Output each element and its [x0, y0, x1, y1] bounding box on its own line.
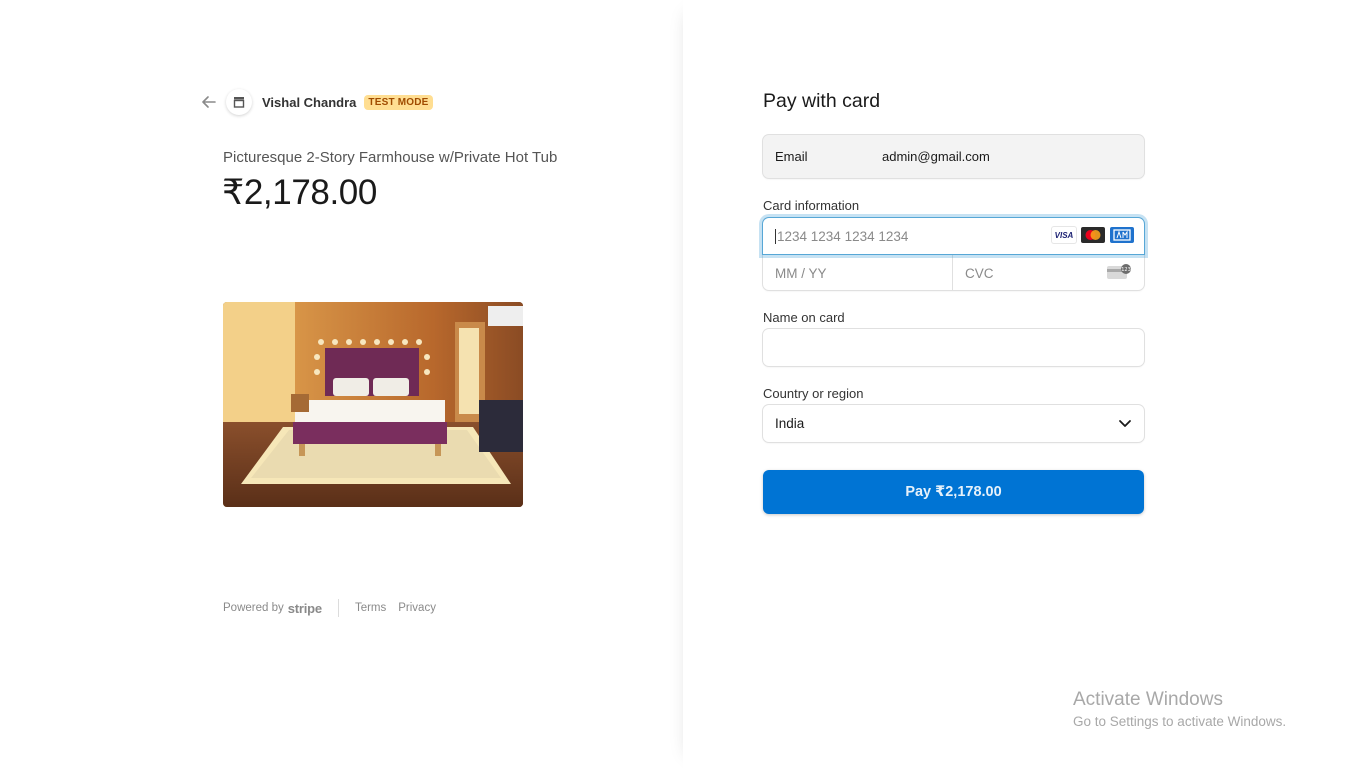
name-on-card-label: Name on card — [763, 310, 845, 325]
store-icon — [226, 89, 252, 115]
product-image — [223, 302, 523, 507]
privacy-link[interactable]: Privacy — [398, 602, 436, 614]
product-price: ₹2,178.00 — [222, 173, 377, 212]
email-field[interactable]: Email admin@gmail.com — [763, 135, 1144, 178]
cvc-card-icon: 123 — [1106, 264, 1132, 285]
cvc-placeholder: CVC — [965, 265, 994, 281]
powered-by-text: Powered by — [223, 602, 284, 614]
terms-link[interactable]: Terms — [355, 602, 386, 614]
stripe-logo: stripe — [287, 600, 322, 616]
arrow-left-icon[interactable] — [200, 93, 218, 111]
watermark-title: Activate Windows — [1073, 689, 1223, 710]
pay-button-label: Pay ₹2,178.00 — [905, 484, 1002, 500]
country-selected-value: India — [775, 416, 805, 431]
footer-divider — [337, 599, 339, 617]
footer: Powered by stripe Terms Privacy — [223, 599, 448, 617]
left-pane: Vishal Chandra TEST MODE Picturesque 2-S… — [0, 0, 683, 768]
expiry-placeholder: MM / YY — [775, 265, 827, 281]
email-value: admin@gmail.com — [882, 149, 990, 164]
card-row-2: MM / YY CVC 123 — [763, 254, 1144, 291]
pay-button[interactable]: Pay ₹2,178.00 — [763, 470, 1144, 514]
expiry-input[interactable]: MM / YY — [763, 255, 953, 291]
text-caret — [775, 228, 776, 244]
card-number-placeholder: 1234 1234 1234 1234 — [777, 228, 909, 244]
svg-text:123: 123 — [1121, 267, 1131, 273]
windows-activation-watermark: Activate Windows Go to Settings to activ… — [1073, 689, 1286, 729]
chevron-down-icon — [1118, 416, 1132, 433]
card-information-group: 1234 1234 1234 1234 VISA MM / YY CVC 123 — [763, 218, 1144, 291]
amex-icon — [1110, 227, 1134, 243]
name-on-card-input[interactable] — [763, 329, 1144, 366]
test-mode-badge: TEST MODE — [364, 94, 433, 110]
email-label: Email — [775, 149, 808, 164]
product-name: Picturesque 2-Story Farmhouse w/Private … — [223, 149, 558, 166]
mastercard-icon — [1081, 227, 1105, 243]
country-label: Country or region — [763, 386, 864, 401]
powered-by-stripe[interactable]: Powered by stripe — [223, 601, 322, 616]
country-select[interactable]: India — [763, 405, 1144, 442]
cvc-input[interactable]: CVC 123 — [953, 255, 1144, 291]
form-title: Pay with card — [763, 90, 881, 112]
card-information-label: Card information — [763, 198, 860, 213]
card-number-input[interactable]: 1234 1234 1234 1234 VISA — [763, 218, 1144, 254]
merchant-header: Vishal Chandra TEST MODE — [200, 88, 433, 116]
card-brand-icons: VISA — [1052, 227, 1134, 243]
watermark-subtitle: Go to Settings to activate Windows. — [1073, 714, 1287, 729]
visa-icon: VISA — [1052, 227, 1076, 243]
merchant-name: Vishal Chandra — [262, 94, 357, 110]
right-pane: Pay with card Email admin@gmail.com Card… — [683, 0, 1366, 768]
